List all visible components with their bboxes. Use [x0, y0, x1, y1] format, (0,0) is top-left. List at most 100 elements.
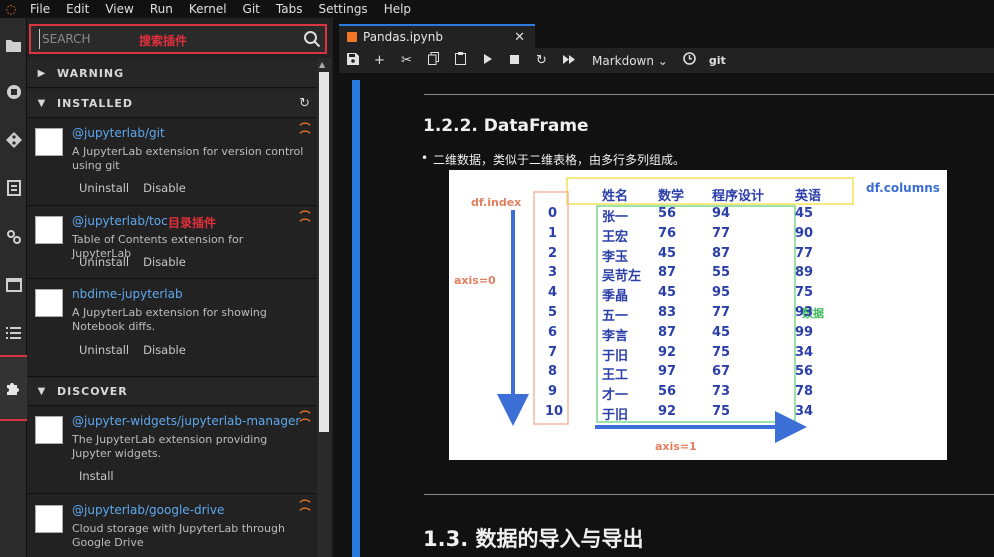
index-value: 9: [548, 384, 558, 400]
table-cell: 73: [712, 384, 731, 400]
uninstall-button[interactable]: Uninstall: [79, 255, 129, 269]
extension-description: A JupyterLab extension for version contr…: [72, 145, 304, 172]
scrollbar-thumb[interactable]: [319, 72, 329, 432]
menu-kernel[interactable]: Kernel: [181, 0, 235, 18]
list-item: @jupyterlab/git ⌒ ⌒ A JupyterLab extensio…: [27, 118, 317, 206]
commands-icon[interactable]: [0, 173, 27, 203]
tabs-icon[interactable]: [0, 270, 27, 300]
section-title: DISCOVER: [57, 385, 128, 398]
extension-manager-panel: 搜索插件 ▶ WARNING ▼ INSTALLED ↻ @jupyterlab…: [27, 18, 333, 557]
table-cell: 75: [712, 344, 731, 360]
axis0-label: axis=0: [454, 274, 496, 287]
menu-settings[interactable]: Settings: [310, 0, 375, 18]
save-icon[interactable]: [339, 52, 366, 69]
table-cell: 92: [658, 344, 677, 360]
disable-button[interactable]: Disable: [143, 181, 186, 195]
uninstall-button[interactable]: Uninstall: [79, 181, 129, 195]
extension-name[interactable]: @jupyterlab/toc: [72, 214, 168, 228]
heading-import-export: 1.3. 数据的导入与导出: [423, 527, 644, 551]
menu-run[interactable]: Run: [142, 0, 181, 18]
table-cell: 99: [795, 324, 814, 340]
git-icon[interactable]: [0, 125, 27, 155]
chevron-right-icon: ▶: [37, 68, 47, 79]
jupyter-org-icon: ⌒ ⌒: [299, 499, 311, 520]
menu-tabs[interactable]: Tabs: [268, 0, 311, 18]
table-cell: 92: [658, 404, 677, 419]
table-cell: 34: [795, 344, 814, 360]
jupyter-org-icon: ⌒ ⌒: [299, 122, 311, 143]
tab-bar: Pandas.ipynb ✕: [339, 24, 994, 48]
jupyter-org-icon: ⌒ ⌒: [299, 210, 311, 231]
running-icon[interactable]: [0, 77, 27, 107]
table-cell: 87: [658, 324, 677, 340]
disable-button[interactable]: Disable: [143, 255, 186, 269]
tab-pandas-notebook[interactable]: Pandas.ipynb ✕: [339, 24, 535, 48]
extension-description: A JupyterLab extension for showing Noteb…: [72, 306, 267, 333]
menu-help[interactable]: Help: [376, 0, 419, 18]
column-header: 数学: [658, 189, 685, 204]
index-value: 0: [548, 206, 558, 221]
table-cell: 吴苛左: [602, 269, 642, 285]
fast-forward-icon[interactable]: [555, 53, 582, 68]
menu-git[interactable]: Git: [235, 0, 268, 18]
search-icon[interactable]: [303, 30, 321, 48]
refresh-icon[interactable]: ↻: [299, 96, 311, 111]
table-cell: 56: [658, 384, 677, 400]
folder-icon[interactable]: [0, 30, 27, 60]
section-discover[interactable]: ▼ DISCOVER: [27, 378, 317, 406]
table-cell: 75: [795, 285, 814, 301]
table-cell: 34: [795, 404, 814, 419]
search-box: 搜索插件: [29, 24, 327, 54]
run-icon[interactable]: [474, 53, 501, 68]
section-warning[interactable]: ▶ WARNING: [27, 60, 317, 88]
install-button[interactable]: Install: [79, 469, 114, 483]
cell-type-select[interactable]: Markdown ⌄: [592, 54, 668, 68]
extension-thumbnail: [35, 128, 63, 156]
menu-view[interactable]: View: [97, 0, 141, 18]
section-installed[interactable]: ▼ INSTALLED ↻: [27, 90, 317, 118]
extension-name[interactable]: nbdime-jupyterlab: [72, 287, 183, 301]
table-cell: 87: [658, 265, 677, 281]
extension-thumbnail: [35, 416, 63, 444]
axis1-label: axis=1: [655, 440, 697, 453]
scroll-up-icon[interactable]: ▲: [319, 60, 325, 69]
restart-icon[interactable]: ↻: [528, 53, 555, 68]
list-item: @jupyterlab/google-drive ⌒ ⌒ Cloud storag…: [27, 495, 317, 557]
scrollbar[interactable]: ▲: [317, 58, 331, 557]
table-cell: 97: [658, 364, 677, 380]
table-cell: 李言: [602, 328, 629, 344]
table-cell: 张一: [602, 210, 629, 225]
table-cell: 李玉: [602, 249, 629, 265]
disable-button[interactable]: Disable: [143, 343, 186, 357]
menu-edit[interactable]: Edit: [58, 0, 97, 18]
extension-name[interactable]: @jupyter-widgets/jupyterlab-manager: [72, 414, 300, 428]
stop-icon[interactable]: [501, 53, 528, 68]
left-sidebar: [0, 18, 37, 557]
extension-name[interactable]: @jupyterlab/git: [72, 126, 165, 140]
git-button[interactable]: git: [709, 54, 726, 67]
cut-icon[interactable]: ✂: [393, 53, 420, 68]
table-cell: 87: [712, 245, 731, 261]
menu-file[interactable]: File: [22, 0, 58, 18]
column-header: 英语: [795, 189, 822, 204]
add-cell-icon[interactable]: +: [366, 53, 393, 68]
property-inspector-icon[interactable]: [0, 222, 27, 252]
copy-icon[interactable]: [420, 52, 447, 69]
list-item: nbdime-jupyterlab A JupyterLab extension…: [27, 279, 317, 377]
extension-name[interactable]: @jupyterlab/google-drive: [72, 503, 224, 517]
table-cell: 55: [712, 265, 731, 281]
table-cell: 77: [712, 305, 731, 320]
clock-icon[interactable]: [676, 52, 703, 69]
search-annotation: 搜索插件: [139, 34, 188, 48]
extension-description: The JupyterLab extension providing Jupyt…: [72, 433, 268, 460]
index-value: 3: [548, 265, 558, 281]
table-of-contents-icon[interactable]: [0, 318, 27, 348]
table-cell: 于旧: [602, 348, 629, 364]
list-item: @jupyterlab/toc 目录插件 ⌒ ⌒ Table of Content…: [27, 206, 317, 279]
divider: [424, 94, 994, 95]
uninstall-button[interactable]: Uninstall: [79, 343, 129, 357]
column-header: 程序设计: [712, 189, 765, 204]
toc-annotation: 目录插件: [168, 216, 217, 230]
paste-icon[interactable]: [447, 52, 474, 69]
close-icon[interactable]: ✕: [514, 30, 525, 45]
